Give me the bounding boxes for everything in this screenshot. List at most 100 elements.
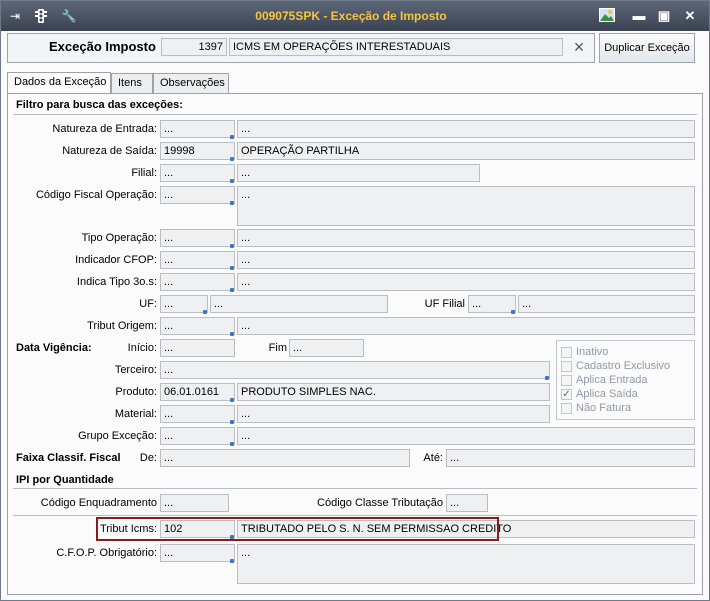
header-description-field[interactable]: ICMS EM OPERAÇÕES INTERESTADUAIS bbox=[229, 38, 563, 56]
uf-desc[interactable]: ... bbox=[210, 295, 388, 313]
aplica-entrada-label: Aplica Entrada bbox=[576, 374, 648, 386]
image-icon[interactable] bbox=[599, 8, 615, 24]
lookup-corner-icon[interactable] bbox=[230, 398, 234, 402]
natureza-saida-code[interactable]: 19998 bbox=[160, 142, 235, 160]
cfop-obrigatorio-label: C.F.O.P. Obrigatório: bbox=[56, 547, 157, 559]
cadastro-exclusivo-checkbox[interactable] bbox=[561, 361, 572, 372]
lookup-corner-icon[interactable] bbox=[230, 442, 234, 446]
grupo-excecao-desc[interactable]: ... bbox=[237, 427, 695, 445]
maximize-button[interactable]: ▣ bbox=[656, 9, 672, 23]
enquadramento-field[interactable]: ... bbox=[160, 494, 229, 512]
indicador-cfop-desc[interactable]: ... bbox=[237, 251, 695, 269]
tipo-operacao-code[interactable]: ... bbox=[160, 229, 235, 247]
classe-tributacao-label: Código Classe Tributação bbox=[317, 497, 443, 509]
indica-tipo-label: Indica Tipo 3o.s: bbox=[76, 276, 157, 288]
inicio-field[interactable]: ... bbox=[160, 339, 235, 357]
indicador-cfop-code[interactable]: ... bbox=[160, 251, 235, 269]
separator bbox=[13, 488, 697, 489]
lookup-corner-icon[interactable] bbox=[545, 376, 549, 380]
cfop-obrigatorio-code[interactable]: ... bbox=[160, 544, 235, 562]
vigencia-title: Data Vigência: bbox=[16, 342, 92, 354]
lookup-corner-icon[interactable] bbox=[230, 179, 234, 183]
lookup-corner-icon[interactable] bbox=[230, 244, 234, 248]
indicador-cfop-label: Indicador CFOP: bbox=[75, 254, 157, 266]
natureza-saida-label: Natureza de Saída: bbox=[62, 145, 157, 157]
lookup-corner-icon[interactable] bbox=[230, 559, 234, 563]
exit-icon[interactable]: ⇥ bbox=[7, 8, 23, 24]
faixa-ate-label: Até: bbox=[423, 452, 443, 464]
uf-code[interactable]: ... bbox=[160, 295, 208, 313]
fim-label: Fim bbox=[268, 342, 287, 354]
highlight-box bbox=[96, 517, 499, 541]
filial-code[interactable]: ... bbox=[160, 164, 235, 182]
faixa-title: Faixa Classif. Fiscal bbox=[16, 452, 121, 464]
aplica-saida-checkbox[interactable]: ✓ bbox=[561, 389, 572, 400]
filial-label: Filial: bbox=[131, 167, 157, 179]
enquadramento-label: Código Enquadramento bbox=[40, 497, 157, 509]
traffic-light-icon[interactable] bbox=[33, 8, 49, 24]
tribut-origem-label: Tribut Origem: bbox=[87, 320, 157, 332]
uf-filial-desc[interactable]: ... bbox=[518, 295, 695, 313]
material-label: Material: bbox=[114, 408, 157, 420]
inicio-label: Início: bbox=[127, 342, 157, 354]
duplicate-button[interactable]: Duplicar Exceção bbox=[599, 33, 695, 63]
wrench-icon[interactable]: 🔧 bbox=[61, 8, 77, 24]
nao-fatura-checkbox[interactable] bbox=[561, 403, 572, 414]
tipo-operacao-desc[interactable]: ... bbox=[237, 229, 695, 247]
grupo-excecao-label: Grupo Exceção: bbox=[78, 430, 157, 442]
grupo-excecao-code[interactable]: ... bbox=[160, 427, 235, 445]
tab-observacoes[interactable]: Observações bbox=[153, 73, 229, 93]
terceiro-label: Terceiro: bbox=[114, 364, 157, 376]
lookup-corner-icon[interactable] bbox=[230, 157, 234, 161]
produto-desc[interactable]: PRODUTO SIMPLES NAC. bbox=[237, 383, 550, 401]
cfop-desc[interactable]: ... bbox=[237, 186, 695, 226]
aplica-entrada-checkbox[interactable] bbox=[561, 375, 572, 386]
lookup-corner-icon[interactable] bbox=[230, 201, 234, 205]
cfop-code[interactable]: ... bbox=[160, 186, 235, 204]
material-desc[interactable]: ... bbox=[237, 405, 550, 423]
lookup-corner-icon[interactable] bbox=[511, 310, 515, 314]
faixa-de-field[interactable]: ... bbox=[160, 449, 410, 467]
clear-icon[interactable]: × bbox=[569, 37, 589, 57]
cfop-label: Código Fiscal Operação: bbox=[35, 189, 157, 201]
terceiro-field[interactable]: ... bbox=[160, 361, 550, 379]
fim-field[interactable]: ... bbox=[289, 339, 364, 357]
faixa-de-label: De: bbox=[139, 452, 157, 464]
natureza-saida-desc[interactable]: OPERAÇÃO PARTILHA bbox=[237, 142, 695, 160]
natureza-entrada-code[interactable]: ... bbox=[160, 120, 235, 138]
cfop-obrigatorio-desc[interactable]: ... bbox=[237, 544, 695, 584]
tribut-origem-code[interactable]: ... bbox=[160, 317, 235, 335]
lookup-corner-icon[interactable] bbox=[230, 266, 234, 270]
inativo-label: Inativo bbox=[576, 346, 609, 358]
minimize-button[interactable]: ▬ bbox=[631, 9, 647, 23]
nao-fatura-label: Não Fatura bbox=[576, 402, 632, 414]
title-bar: ⇥ 🔧 009075SPK - Exceção de Imposto ▬ ▣ ✕ bbox=[1, 1, 709, 31]
produto-code[interactable]: 06.01.0161 bbox=[160, 383, 235, 401]
separator bbox=[13, 114, 697, 115]
faixa-ate-field[interactable]: ... bbox=[446, 449, 695, 467]
uf-label: UF: bbox=[139, 298, 157, 310]
indica-tipo-code[interactable]: ... bbox=[160, 273, 235, 291]
filial-desc[interactable]: ... bbox=[237, 164, 480, 182]
uf-filial-code[interactable]: ... bbox=[468, 295, 516, 313]
lookup-corner-icon[interactable] bbox=[230, 288, 234, 292]
uf-filial-label: UF Filial bbox=[424, 298, 465, 310]
close-window-button[interactable]: ✕ bbox=[682, 9, 698, 23]
filter-section-title: Filtro para busca das exceções: bbox=[16, 99, 183, 111]
lookup-corner-icon[interactable] bbox=[230, 332, 234, 336]
tab-itens[interactable]: Itens bbox=[111, 73, 153, 93]
tab-dados-excecao[interactable]: Dados da Exceção bbox=[7, 72, 111, 94]
produto-label: Produto: bbox=[115, 386, 157, 398]
classe-tributacao-field[interactable]: ... bbox=[446, 494, 488, 512]
lookup-corner-icon[interactable] bbox=[230, 135, 234, 139]
header-code-field[interactable]: 1397 bbox=[161, 38, 227, 56]
indica-tipo-desc[interactable]: ... bbox=[237, 273, 695, 291]
cadastro-exclusivo-label: Cadastro Exclusivo bbox=[576, 360, 671, 372]
material-code[interactable]: ... bbox=[160, 405, 235, 423]
lookup-corner-icon[interactable] bbox=[203, 310, 207, 314]
tipo-operacao-label: Tipo Operação: bbox=[81, 232, 157, 244]
natureza-entrada-desc[interactable]: ... bbox=[237, 120, 695, 138]
inativo-checkbox[interactable] bbox=[561, 347, 572, 358]
lookup-corner-icon[interactable] bbox=[230, 420, 234, 424]
tribut-origem-desc[interactable]: ... bbox=[237, 317, 695, 335]
